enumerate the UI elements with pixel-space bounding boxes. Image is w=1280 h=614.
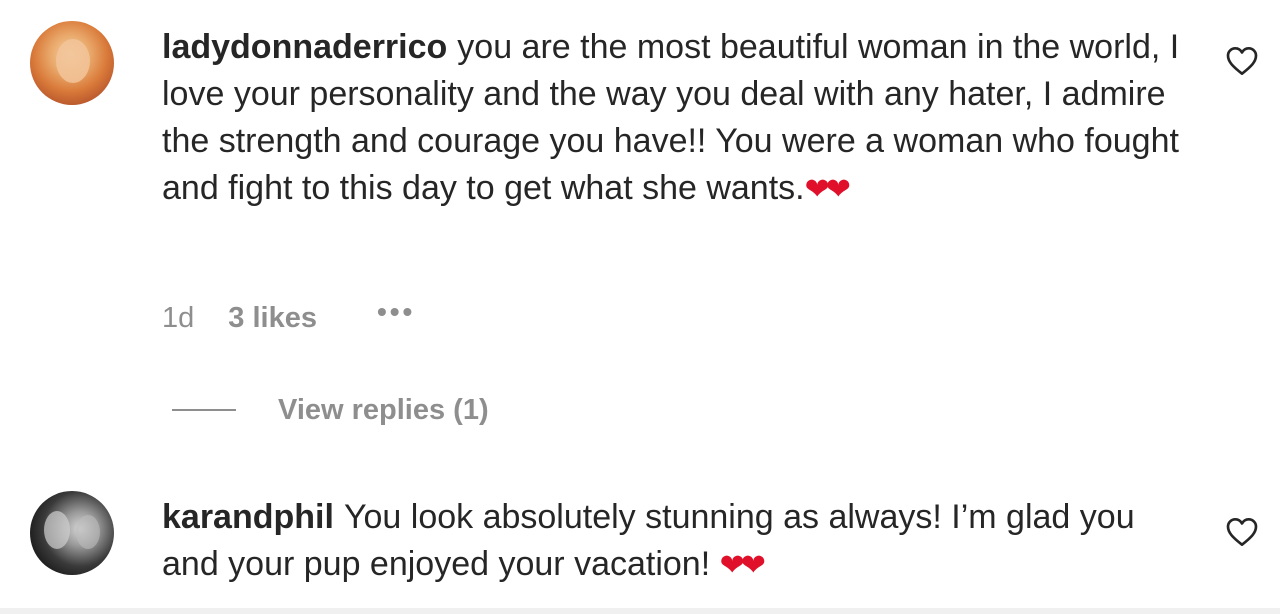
bottom-divider [0, 608, 1280, 614]
like-button[interactable] [1226, 46, 1258, 76]
likes-count[interactable]: 3 likes [228, 302, 317, 335]
avatar[interactable] [30, 21, 114, 105]
comment-item: karandphil You look absolutely stunning a… [0, 470, 1280, 614]
heart-outline-icon [1226, 518, 1258, 547]
comment-text-block: ladydonnaderrico you are the most beautif… [162, 24, 1182, 213]
replies-divider-line [172, 409, 236, 411]
comment-meta: 1d 3 likes ••• [162, 296, 415, 338]
heart-outline-icon [1226, 47, 1258, 75]
comment-text-block: karandphil You look absolutely stunning a… [162, 494, 1182, 589]
view-replies-label: View replies (1) [278, 393, 489, 426]
comment-username[interactable]: karandphil [162, 498, 334, 536]
avatar-face [56, 39, 90, 83]
like-button[interactable] [1226, 517, 1258, 547]
heart-emoji: ❤❤ [719, 549, 766, 582]
heart-emoji: ❤❤ [804, 173, 851, 206]
avatar-face [44, 511, 70, 549]
avatar-face [76, 515, 100, 549]
avatar[interactable] [30, 491, 114, 575]
view-replies-button[interactable]: View replies (1) [172, 388, 489, 432]
comment-timestamp: 1d [162, 301, 195, 334]
comment-username[interactable]: ladydonnaderrico [162, 28, 447, 66]
comment-item: ladydonnaderrico you are the most beautif… [0, 0, 1280, 470]
more-options-icon[interactable]: ••• [377, 296, 415, 328]
